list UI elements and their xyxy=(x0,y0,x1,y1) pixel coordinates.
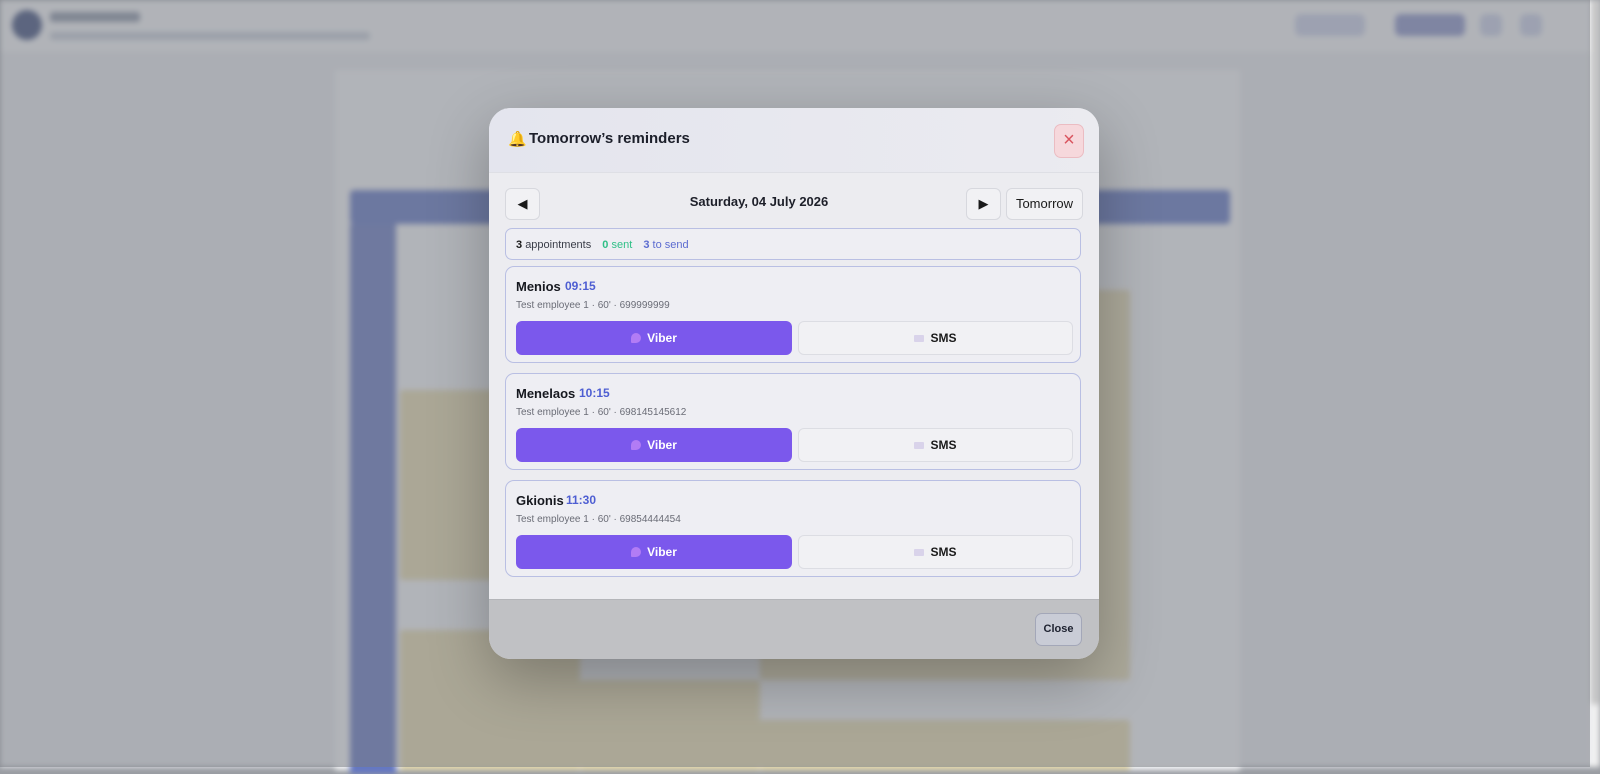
appointment-card: Menelaos 10:15 Test employee 1 · 60' · 6… xyxy=(505,373,1081,470)
appointments-label: appointments xyxy=(525,239,592,251)
appointment-card: Menios 09:15 Test employee 1 · 60' · 699… xyxy=(505,266,1081,363)
close-button[interactable]: Close xyxy=(1035,613,1082,646)
viber-label: Viber xyxy=(647,545,677,559)
send-viber-button[interactable]: Viber xyxy=(516,535,792,569)
send-sms-button[interactable]: SMS xyxy=(798,428,1073,462)
appointment-details: Test employee 1 · 60' · 69854444454 xyxy=(516,514,681,525)
sms-label: SMS xyxy=(930,545,957,559)
appointments-count: 3 xyxy=(516,239,523,251)
close-icon[interactable]: × xyxy=(1054,124,1084,158)
modal-footer: Close xyxy=(489,599,1099,659)
to-send-count: 3 xyxy=(643,239,650,251)
sms-icon xyxy=(914,442,925,449)
appointment-details: Test employee 1 · 60' · 699999999 xyxy=(516,300,670,311)
reminders-modal: 🔔 Tomorrow’s reminders × ◀ Saturday, 04 … xyxy=(489,108,1099,659)
viber-icon xyxy=(631,440,642,450)
modal-title: Tomorrow’s reminders xyxy=(529,130,690,147)
sms-icon xyxy=(914,549,925,556)
send-sms-button[interactable]: SMS xyxy=(798,535,1073,569)
sms-label: SMS xyxy=(930,438,957,452)
appointment-time: 10:15 xyxy=(579,386,610,400)
tomorrow-button[interactable]: Tomorrow xyxy=(1006,188,1083,220)
bell-icon: 🔔 xyxy=(508,131,527,148)
reminders-summary: 3 appointments 0 sent 3 to send xyxy=(505,228,1081,260)
sms-label: SMS xyxy=(930,331,957,345)
page-scrollbar-thumb[interactable] xyxy=(1591,0,1599,705)
viber-icon xyxy=(631,333,642,343)
appointment-card: Gkionis 11:30 Test employee 1 · 60' · 69… xyxy=(505,480,1081,577)
send-viber-button[interactable]: Viber xyxy=(516,428,792,462)
page-scrollbar[interactable] xyxy=(1590,0,1600,767)
send-viber-button[interactable]: Viber xyxy=(516,321,792,355)
to-send-label: to send xyxy=(652,239,689,251)
appointment-client-name: Menios xyxy=(516,279,561,294)
previous-day-button[interactable]: ◀ xyxy=(505,188,540,220)
viber-label: Viber xyxy=(647,331,677,345)
appointment-details: Test employee 1 · 60' · 698145145612 xyxy=(516,407,687,418)
sent-count: 0 xyxy=(602,239,609,251)
selected-date: Saturday, 04 July 2026 xyxy=(689,194,829,209)
viber-label: Viber xyxy=(647,438,677,452)
sms-icon xyxy=(914,335,925,342)
appointment-client-name: Menelaos xyxy=(516,386,576,401)
appointment-client-name: Gkionis xyxy=(516,493,564,508)
sent-label: sent xyxy=(611,239,633,251)
viber-icon xyxy=(631,547,642,557)
appointment-time: 11:30 xyxy=(566,493,597,507)
send-sms-button[interactable]: SMS xyxy=(798,321,1073,355)
modal-header: 🔔 Tomorrow’s reminders × xyxy=(489,108,1099,173)
next-day-button[interactable]: ▶ xyxy=(966,188,1001,220)
appointment-time: 09:15 xyxy=(565,279,596,293)
